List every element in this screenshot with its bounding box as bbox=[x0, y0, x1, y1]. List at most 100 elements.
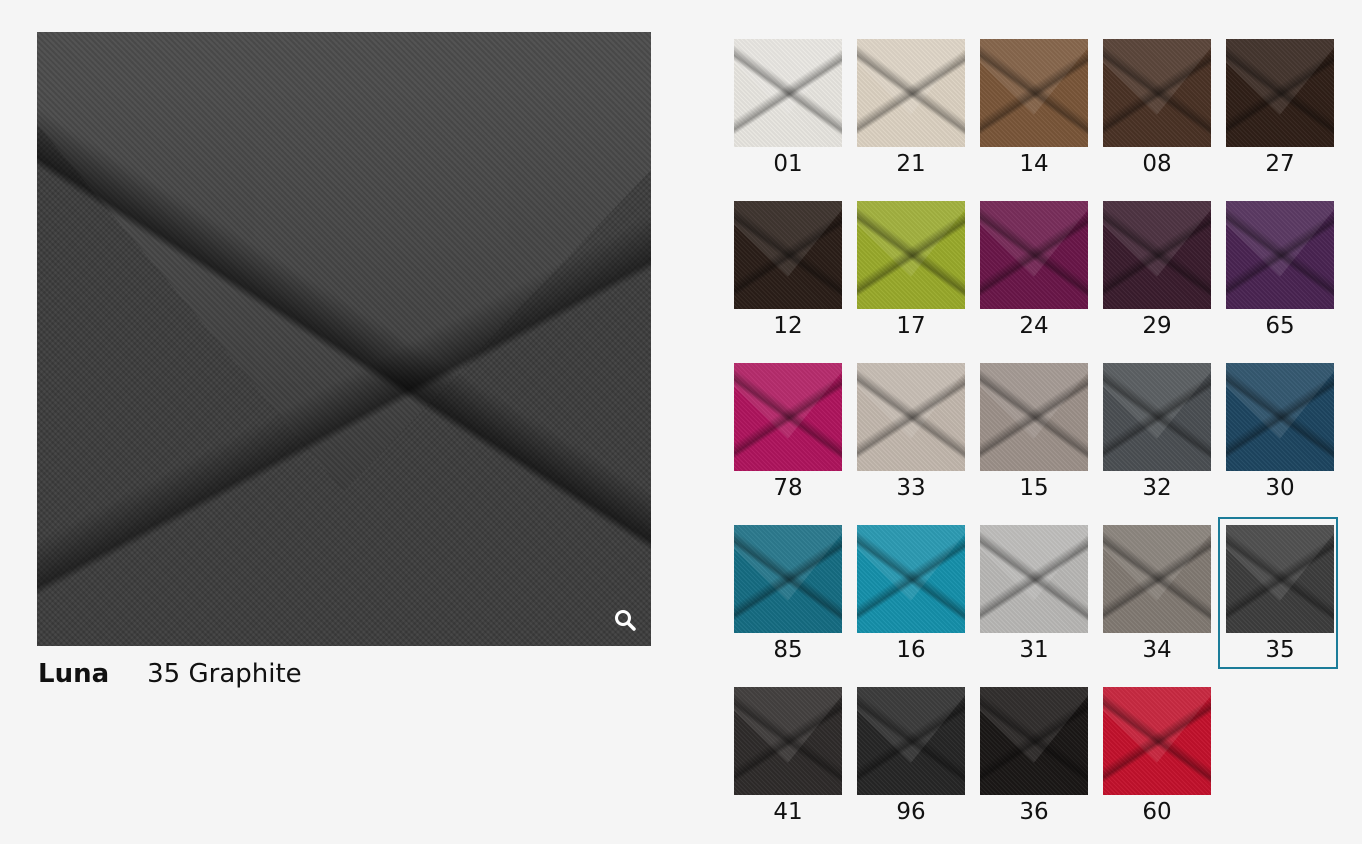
swatch-crease bbox=[1226, 525, 1334, 633]
swatch-chip bbox=[980, 201, 1088, 309]
swatch-code: 41 bbox=[773, 799, 803, 825]
swatch-crease bbox=[857, 687, 965, 795]
swatch-crease bbox=[734, 687, 842, 795]
swatch-code: 60 bbox=[1142, 799, 1172, 825]
swatch-crease bbox=[1103, 525, 1211, 633]
swatch-34[interactable]: 34 bbox=[1103, 525, 1211, 675]
swatch-27[interactable]: 27 bbox=[1226, 39, 1334, 189]
swatch-16[interactable]: 16 bbox=[857, 525, 965, 675]
swatch-08[interactable]: 08 bbox=[1103, 39, 1211, 189]
swatch-14[interactable]: 14 bbox=[980, 39, 1088, 189]
swatch-crease bbox=[857, 363, 965, 471]
swatch-code: 14 bbox=[1019, 151, 1049, 177]
swatch-12[interactable]: 12 bbox=[734, 201, 842, 351]
swatch-chip bbox=[1103, 201, 1211, 309]
swatch-chip bbox=[980, 687, 1088, 795]
fabric-fold-shadow bbox=[37, 32, 651, 646]
swatch-78[interactable]: 78 bbox=[734, 363, 842, 513]
swatch-chip bbox=[980, 39, 1088, 147]
swatch-code: 17 bbox=[896, 313, 926, 339]
selected-color-label: 35 Graphite bbox=[147, 659, 302, 689]
swatch-crease bbox=[1226, 201, 1334, 309]
swatch-60[interactable]: 60 bbox=[1103, 687, 1211, 837]
swatch-33[interactable]: 33 bbox=[857, 363, 965, 513]
swatch-chip bbox=[1103, 525, 1211, 633]
swatch-24[interactable]: 24 bbox=[980, 201, 1088, 351]
swatch-chip bbox=[734, 363, 842, 471]
swatch-chip bbox=[1103, 687, 1211, 795]
swatch-crease bbox=[857, 201, 965, 309]
swatch-36[interactable]: 36 bbox=[980, 687, 1088, 837]
swatch-chip bbox=[1226, 363, 1334, 471]
swatch-crease bbox=[857, 525, 965, 633]
swatch-32[interactable]: 32 bbox=[1103, 363, 1211, 513]
search-icon bbox=[615, 610, 636, 631]
swatch-30[interactable]: 30 bbox=[1226, 363, 1334, 513]
swatch-chip bbox=[1103, 363, 1211, 471]
swatch-code: 32 bbox=[1142, 475, 1172, 501]
zoom-button[interactable] bbox=[611, 606, 639, 634]
swatch-crease bbox=[980, 201, 1088, 309]
swatch-85[interactable]: 85 bbox=[734, 525, 842, 675]
swatch-crease bbox=[734, 525, 842, 633]
swatch-tex bbox=[1226, 525, 1334, 633]
swatch-chip bbox=[857, 201, 965, 309]
swatch-code: 16 bbox=[896, 637, 926, 663]
swatch-crease bbox=[734, 363, 842, 471]
fabric-preview-image[interactable] bbox=[37, 32, 651, 646]
swatch-41[interactable]: 41 bbox=[734, 687, 842, 837]
swatch-crease bbox=[734, 39, 842, 147]
swatch-crease bbox=[1103, 201, 1211, 309]
swatch-29[interactable]: 29 bbox=[1103, 201, 1211, 351]
product-caption: Luna 35 Graphite bbox=[38, 656, 302, 692]
swatch-chip bbox=[734, 201, 842, 309]
swatch-code: 21 bbox=[896, 151, 926, 177]
swatch-crease bbox=[980, 525, 1088, 633]
swatch-15[interactable]: 15 bbox=[980, 363, 1088, 513]
swatch-96[interactable]: 96 bbox=[857, 687, 965, 837]
swatch-code: 29 bbox=[1142, 313, 1172, 339]
swatch-chip bbox=[857, 39, 965, 147]
swatch-code: 78 bbox=[773, 475, 803, 501]
swatch-code: 12 bbox=[773, 313, 803, 339]
swatch-code: 65 bbox=[1265, 313, 1295, 339]
swatch-17[interactable]: 17 bbox=[857, 201, 965, 351]
product-name: Luna bbox=[38, 659, 110, 689]
swatch-chip bbox=[857, 525, 965, 633]
swatch-chip bbox=[734, 39, 842, 147]
swatch-code: 30 bbox=[1265, 475, 1295, 501]
swatch-21[interactable]: 21 bbox=[857, 39, 965, 189]
swatch-code: 31 bbox=[1019, 637, 1049, 663]
swatch-crease bbox=[980, 363, 1088, 471]
swatch-chip bbox=[1226, 201, 1334, 309]
swatch-chip bbox=[857, 687, 965, 795]
swatch-31[interactable]: 31 bbox=[980, 525, 1088, 675]
swatch-code: 08 bbox=[1142, 151, 1172, 177]
swatch-code: 36 bbox=[1019, 799, 1049, 825]
swatch-crease bbox=[1103, 39, 1211, 147]
swatch-crease bbox=[1226, 39, 1334, 147]
swatch-code: 01 bbox=[773, 151, 803, 177]
swatch-code: 34 bbox=[1142, 637, 1172, 663]
swatch-code: 33 bbox=[896, 475, 926, 501]
swatch-35[interactable]: 35 bbox=[1218, 517, 1338, 675]
swatch-chip bbox=[857, 363, 965, 471]
swatch-flapA bbox=[1226, 525, 1334, 601]
swatch-chip bbox=[734, 687, 842, 795]
swatch-65[interactable]: 65 bbox=[1226, 201, 1334, 351]
swatch-01[interactable]: 01 bbox=[734, 39, 842, 189]
swatch-crease bbox=[980, 687, 1088, 795]
swatch-code: 24 bbox=[1019, 313, 1049, 339]
swatch-crease bbox=[857, 39, 965, 147]
swatch-code: 85 bbox=[773, 637, 803, 663]
swatch-code: 15 bbox=[1019, 475, 1049, 501]
swatch-chip bbox=[980, 525, 1088, 633]
swatch-crease bbox=[734, 201, 842, 309]
swatch-code: 96 bbox=[896, 799, 926, 825]
swatch-crease bbox=[1103, 363, 1211, 471]
swatch-code: 27 bbox=[1265, 151, 1295, 177]
swatch-crease bbox=[1226, 363, 1334, 471]
swatch-chip bbox=[1103, 39, 1211, 147]
swatch-crease bbox=[1103, 687, 1211, 795]
swatch-code: 35 bbox=[1265, 637, 1295, 663]
